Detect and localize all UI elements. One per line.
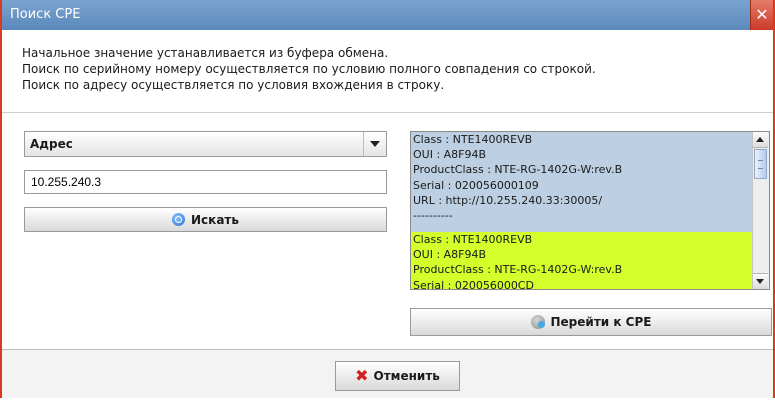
info-line: Поиск по серийному номеру осуществляется… — [22, 62, 596, 76]
search-input[interactable] — [24, 170, 387, 194]
scroll-up-arrow-icon[interactable] — [753, 132, 768, 148]
scrollbar[interactable] — [752, 132, 769, 289]
result-url: URL : http://10.255.240.33:30005/ — [413, 193, 603, 207]
list-item[interactable]: Class : NTE1400REVB OUI : A8F94B Product… — [411, 232, 753, 289]
goto-cpe-button[interactable]: Перейти к CPE — [410, 308, 772, 336]
result-serial: Serial : 020056000109 — [413, 178, 539, 192]
info-text: Начальное значение устанавливается из бу… — [22, 45, 596, 93]
search-button[interactable]: Искать — [24, 207, 387, 232]
title-bar: Поиск CPE ✕ — [2, 0, 773, 30]
result-oui: OUI : A8F94B — [413, 248, 487, 262]
chevron-down-icon[interactable] — [363, 132, 386, 156]
close-button[interactable]: ✕ — [750, 0, 773, 30]
result-oui: OUI : A8F94B — [413, 148, 487, 162]
result-separator: ---------- — [413, 209, 453, 223]
divider — [2, 112, 773, 113]
result-product-class: ProductClass : NTE-RG-1402G-W:rev.B — [413, 163, 623, 177]
scroll-down-arrow-icon[interactable] — [753, 273, 768, 289]
search-button-label: Искать — [191, 212, 239, 227]
cancel-label: Отменить — [373, 369, 440, 383]
goto-cpe-label: Перейти к CPE — [550, 315, 652, 329]
cpe-search-dialog: Поиск CPE ✕ Начальное значение устанавли… — [0, 0, 775, 398]
result-class: Class : NTE1400REVB — [413, 233, 533, 246]
results-list[interactable]: Class : NTE1400REVB OUI : A8F94B Product… — [410, 131, 770, 290]
cancel-button[interactable]: ✖ Отменить — [335, 361, 460, 391]
search-icon — [172, 213, 186, 226]
info-line: Начальное значение устанавливается из бу… — [22, 46, 389, 60]
window-title: Поиск CPE — [10, 7, 81, 22]
result-product-class: ProductClass : NTE-RG-1402G-W:rev.B — [413, 263, 623, 277]
info-line: Поиск по адресу осуществляется по услови… — [22, 78, 445, 92]
cancel-icon: ✖ — [355, 366, 369, 385]
goto-icon — [530, 315, 545, 329]
scroll-thumb[interactable] — [754, 149, 767, 179]
search-type-select[interactable]: Адрес — [24, 131, 387, 157]
results-list-content: Class : NTE1400REVB OUI : A8F94B Product… — [411, 132, 753, 289]
list-item[interactable]: Class : NTE1400REVB OUI : A8F94B Product… — [411, 132, 753, 232]
result-serial: Serial : 020056000CD — [413, 278, 534, 289]
result-class: Class : NTE1400REVB — [413, 133, 533, 146]
search-type-value: Адрес — [30, 137, 73, 151]
